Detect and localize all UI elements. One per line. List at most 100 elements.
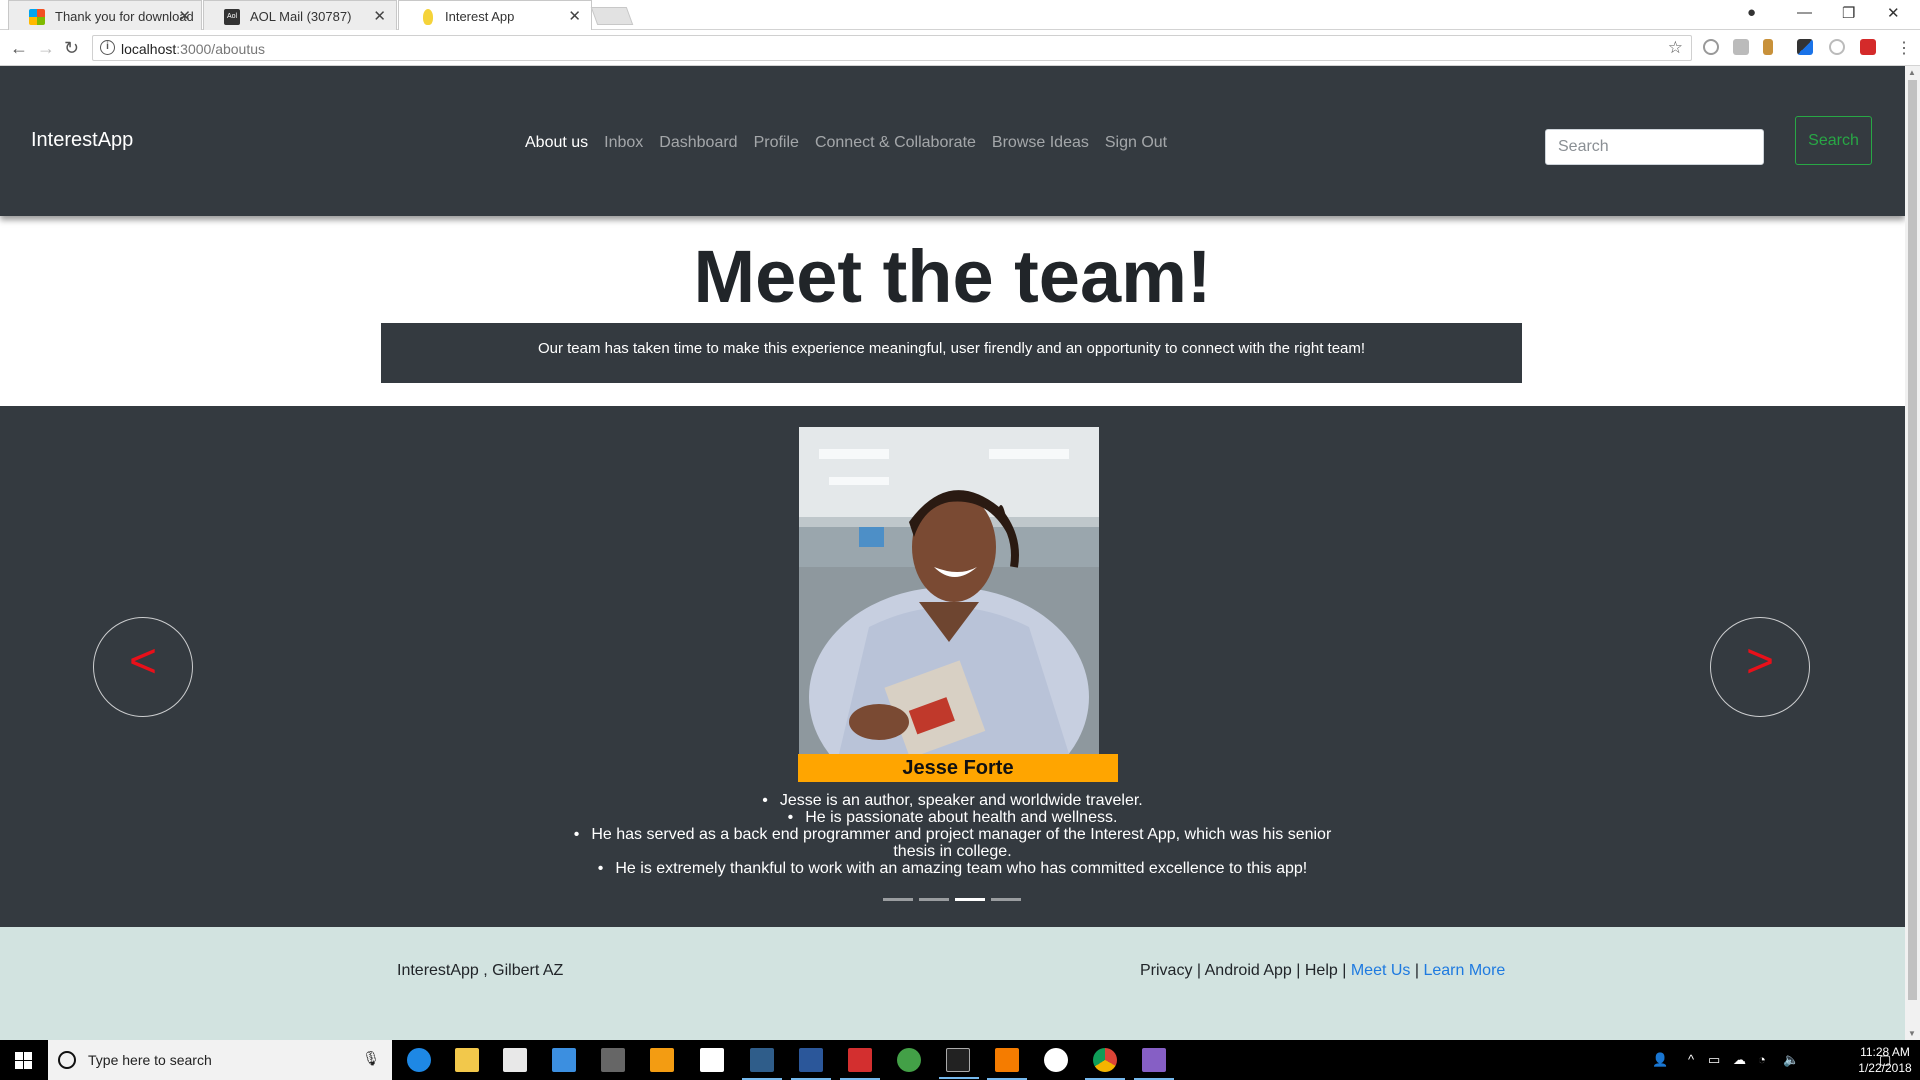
bio-item: He is passionate about health and wellne… <box>560 809 1345 826</box>
extension-reader-icon[interactable] <box>1733 39 1749 55</box>
brand-logo-text[interactable]: InterestApp <box>31 129 133 152</box>
footer-separator: | <box>1342 962 1347 979</box>
green-app-icon[interactable] <box>897 1048 921 1072</box>
site-info-icon[interactable]: i <box>100 40 115 55</box>
bookmark-star-icon[interactable]: ☆ <box>1668 38 1683 58</box>
team-member-bio: Jesse is an author, speaker and worldwid… <box>560 792 1345 877</box>
carousel-indicator[interactable] <box>991 898 1021 901</box>
nav-link-browse-ideas[interactable]: Browse Ideas <box>992 134 1089 152</box>
browser-tab-aol[interactable]: Aol AOL Mail (30787) ✕ <box>203 0 397 30</box>
forward-icon[interactable]: → <box>37 38 55 59</box>
search-input[interactable] <box>1545 129 1764 165</box>
footer-link-learn-more[interactable]: Learn More <box>1423 962 1505 979</box>
edge-browser-icon[interactable] <box>407 1048 431 1072</box>
carousel-indicator[interactable] <box>955 898 985 901</box>
page-scrollbar[interactable]: ▲ ▼ <box>1905 66 1920 1040</box>
scrollbar-thumb[interactable] <box>1908 80 1917 1000</box>
microphone-icon[interactable]: 🎙 <box>362 1050 380 1067</box>
restore-icon[interactable]: ❐ <box>1842 4 1855 22</box>
footer-separator: | <box>1196 962 1202 979</box>
cortana-icon <box>58 1051 76 1069</box>
close-tab-icon[interactable]: ✕ <box>373 7 386 25</box>
footer-link-privacy[interactable]: Privacy <box>1140 962 1192 979</box>
extension-eyedropper-icon[interactable] <box>1797 39 1813 55</box>
store-icon[interactable] <box>503 1048 527 1072</box>
aol-favicon-icon: Aol <box>224 9 240 25</box>
carousel-indicator[interactable] <box>919 898 949 901</box>
browser-tab-interest-app[interactable]: Interest App ✕ <box>398 0 592 30</box>
nav-link-connect-collaborate[interactable]: Connect & Collaborate <box>815 134 976 152</box>
new-tab-button[interactable] <box>590 7 634 25</box>
scroll-down-icon[interactable]: ▼ <box>1908 1029 1916 1038</box>
action-center-icon[interactable]: ▢ <box>1879 1052 1891 1068</box>
browser-tab-download[interactable]: Thank you for download ✕ <box>8 0 202 30</box>
app-tool-icon[interactable] <box>601 1048 625 1072</box>
people-icon[interactable]: 👤 <box>1652 1052 1668 1068</box>
carousel-next-button[interactable]: > <box>1710 617 1810 717</box>
nav-link-profile[interactable]: Profile <box>754 134 799 152</box>
extension-circle-icon[interactable] <box>1703 39 1719 55</box>
url-path: :3000/aboutus <box>176 41 266 57</box>
chrome-icon[interactable] <box>1085 1048 1125 1080</box>
back-icon[interactable]: ← <box>10 38 28 59</box>
windows-start-icon[interactable] <box>15 1052 32 1069</box>
carousel-prev-button[interactable]: < <box>93 617 193 717</box>
nav-link-about-us[interactable]: About us <box>525 134 588 152</box>
extension-tag-icon[interactable] <box>1763 39 1773 55</box>
intro-banner: Our team has taken time to make this exp… <box>381 323 1522 383</box>
page-viewport: InterestApp About us Inbox Dashboard Pro… <box>0 66 1905 1040</box>
nav-links: About us Inbox Dashboard Profile Connect… <box>525 134 1183 152</box>
wifi-icon[interactable]: ◔ <box>1758 1052 1766 1067</box>
show-hidden-icons-icon[interactable]: ^ <box>1688 1052 1694 1067</box>
nav-link-sign-out[interactable]: Sign Out <box>1105 134 1167 152</box>
mail-icon[interactable] <box>700 1048 724 1072</box>
bio-item: He has served as a back end programmer a… <box>560 826 1345 860</box>
carousel-indicators <box>883 898 1021 901</box>
taskbar-search-placeholder: Type here to search <box>88 1052 212 1068</box>
taskbar-search-box[interactable]: Type here to search 🎙 <box>48 1040 392 1080</box>
onedrive-icon[interactable]: ☁ <box>1733 1052 1746 1068</box>
media-player-icon[interactable] <box>650 1048 674 1072</box>
footer-link-meet-us[interactable]: Meet Us <box>1351 962 1411 979</box>
browser-tab-bar: Thank you for download ✕ Aol AOL Mail (3… <box>0 0 1920 30</box>
footer-link-android-app[interactable]: Android App <box>1205 962 1292 979</box>
nav-link-inbox[interactable]: Inbox <box>604 134 643 152</box>
footer-separator: | <box>1296 962 1301 979</box>
team-carousel: Jesse Forte Jesse is an author, speaker … <box>0 406 1905 927</box>
bio-item: He is extremely thankful to work with an… <box>560 860 1345 877</box>
profile-icon[interactable]: ● <box>1747 4 1756 21</box>
carousel-indicator[interactable] <box>883 898 913 901</box>
bio-item: Jesse is an author, speaker and worldwid… <box>560 792 1345 809</box>
minimize-icon[interactable]: — <box>1797 4 1812 21</box>
reload-icon[interactable]: ↻ <box>64 38 79 59</box>
terminal-icon[interactable] <box>939 1048 979 1079</box>
address-bar: ← → ↻ i localhost:3000/aboutus ☆ ⋮ <box>0 30 1920 66</box>
page-title: Meet the team! <box>693 235 1212 318</box>
slack-icon[interactable] <box>1044 1048 1068 1072</box>
volume-icon[interactable]: 🔈 <box>1783 1052 1799 1068</box>
footer-link-help[interactable]: Help <box>1305 962 1338 979</box>
windows-favicon-icon <box>29 9 45 25</box>
footer-separator: | <box>1414 962 1420 979</box>
search-button[interactable]: Search <box>1795 116 1872 165</box>
sublime-text-icon[interactable] <box>987 1048 1027 1080</box>
battery-icon[interactable]: ▭ <box>1708 1052 1720 1068</box>
extension-pdf-icon[interactable] <box>1860 39 1876 55</box>
app-badge-icon[interactable] <box>552 1048 576 1072</box>
close-tab-icon[interactable]: ✕ <box>178 7 191 25</box>
acrobat-icon[interactable] <box>840 1048 880 1080</box>
close-tab-icon[interactable]: ✕ <box>568 7 581 25</box>
scroll-up-icon[interactable]: ▲ <box>1908 68 1916 77</box>
close-window-icon[interactable]: ✕ <box>1887 4 1900 22</box>
mysql-workbench-icon[interactable] <box>742 1048 782 1080</box>
browser-menu-icon[interactable]: ⋮ <box>1896 38 1912 58</box>
visual-studio-icon[interactable] <box>1134 1048 1174 1080</box>
url-host: localhost <box>121 41 177 57</box>
team-member-photo <box>799 427 1099 754</box>
extension-idle-icon[interactable] <box>1829 39 1845 55</box>
url-field[interactable]: i localhost:3000/aboutus ☆ <box>92 35 1692 61</box>
file-explorer-icon[interactable] <box>455 1048 479 1072</box>
nav-link-dashboard[interactable]: Dashboard <box>659 134 737 152</box>
word-icon[interactable] <box>791 1048 831 1080</box>
portrait-image <box>799 427 1099 754</box>
